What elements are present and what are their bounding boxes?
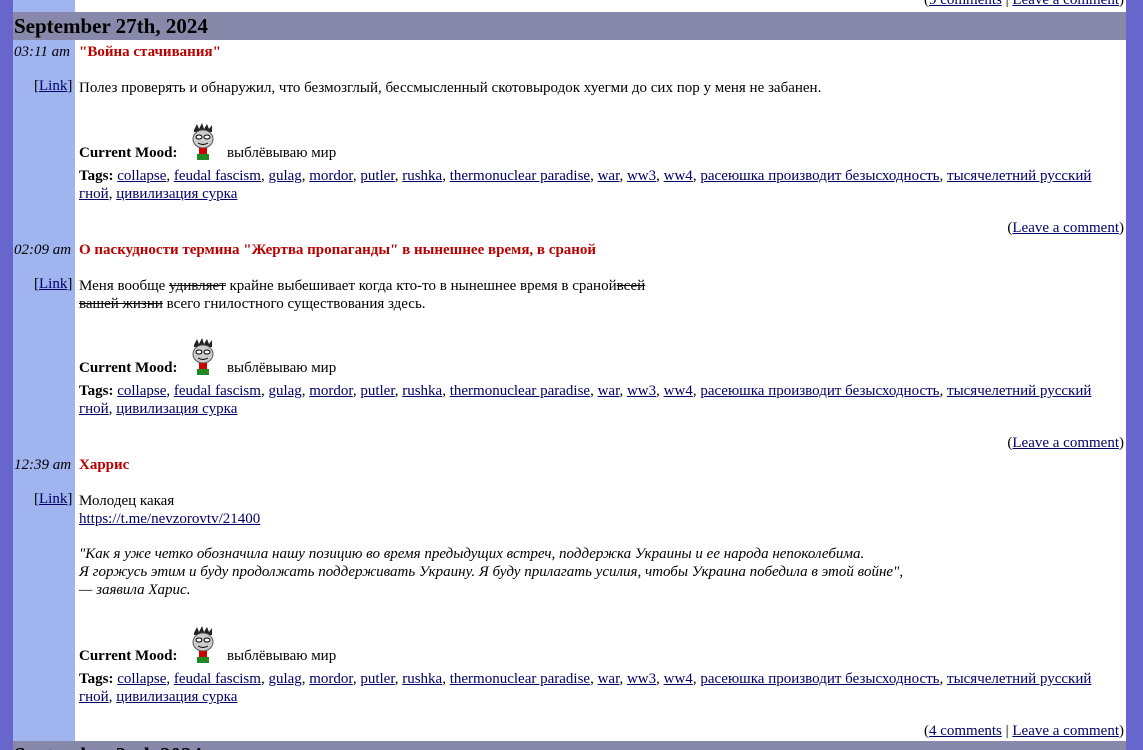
- leave-comment-link[interactable]: Leave a comment: [1012, 435, 1119, 451]
- mood-face-icon: [189, 337, 217, 377]
- post-comments: (Leave a comment): [1007, 220, 1124, 236]
- mood-label: Current Mood:: [79, 360, 178, 376]
- tag-link[interactable]: ww3: [627, 383, 656, 399]
- tag-link[interactable]: collapse: [117, 168, 166, 184]
- tag-link[interactable]: mordor: [309, 671, 353, 687]
- post-body: Полез проверять и обнаружил, что безмозг…: [79, 80, 822, 96]
- post-tags: Tags: collapse, feudal fascism, gulag, m…: [79, 168, 1092, 202]
- post-comments: (Leave a comment): [1007, 435, 1124, 451]
- tags-label: Tags:: [79, 671, 114, 687]
- tag-link[interactable]: putler: [360, 383, 394, 399]
- post-time: 02:09 am: [14, 242, 72, 258]
- external-url-link[interactable]: https://t.me/nevzorovtv/21400: [79, 511, 260, 527]
- tag-link[interactable]: thermonuclear paradise: [450, 383, 590, 399]
- post-comments: (4 comments | Leave a comment): [923, 723, 1124, 739]
- tag-link[interactable]: war: [598, 168, 620, 184]
- mood-label: Current Mood:: [79, 648, 178, 664]
- left-column: [13, 0, 75, 750]
- tag-link[interactable]: feudal fascism: [174, 168, 261, 184]
- post-subject: Харрис: [79, 457, 130, 473]
- leave-comment-link[interactable]: Leave a comment: [1012, 0, 1119, 8]
- tag-link[interactable]: ww4: [664, 168, 693, 184]
- permalink: [Link]: [34, 276, 73, 292]
- quote-line: "Как я уже четко обозначила нашу позицию…: [79, 546, 865, 562]
- tag-link[interactable]: thermonuclear paradise: [450, 168, 590, 184]
- post-body: Меня вообще удивляет крайне выбешивает к…: [79, 277, 699, 313]
- quote-line: — заявила Харис.: [79, 582, 191, 598]
- body-text: Молодец какая: [79, 493, 175, 509]
- tag-link[interactable]: rushka: [402, 671, 442, 687]
- permalink: [Link]: [34, 78, 73, 94]
- comments-link[interactable]: 9 comments: [929, 0, 1002, 8]
- journal-page: (9 comments | Leave a comment) September…: [13, 0, 1126, 750]
- date-header: September 27th, 2024: [13, 12, 1126, 40]
- link-button[interactable]: Link: [39, 276, 67, 292]
- tag-link[interactable]: putler: [360, 671, 394, 687]
- previous-entry-comments: (9 comments | Leave a comment): [924, 0, 1124, 9]
- tag-link[interactable]: цивилизация сурка: [116, 186, 237, 202]
- date-header: September 2nd, 2024: [13, 741, 1126, 750]
- mood-value: выблёвываю мир: [226, 648, 337, 664]
- tag-link[interactable]: thermonuclear paradise: [450, 671, 590, 687]
- tag-link[interactable]: расеюшка производит безысходность: [700, 168, 939, 184]
- leave-comment-link[interactable]: Leave a comment: [1012, 220, 1119, 236]
- body-struck-text: вашей жизни: [79, 296, 163, 312]
- tag-link[interactable]: war: [598, 671, 620, 687]
- tag-link[interactable]: цивилизация сурка: [116, 689, 237, 705]
- quote-line: Я горжусь этим и буду продолжать поддерж…: [79, 564, 904, 580]
- post-subject: "Война стачивания": [79, 44, 221, 60]
- post-time: 03:11 am: [14, 44, 70, 60]
- tag-link[interactable]: rushka: [402, 383, 442, 399]
- mood-value: выблёвываю мир: [226, 360, 337, 376]
- tags-label: Tags:: [79, 383, 114, 399]
- link-button[interactable]: Link: [39, 78, 67, 94]
- post-tags: Tags: collapse, feudal fascism, gulag, m…: [79, 671, 1092, 705]
- current-mood: Current Mood: выблёвываю мир: [79, 625, 336, 665]
- mood-label: Current Mood:: [79, 145, 178, 161]
- tag-link[interactable]: mordor: [309, 168, 353, 184]
- tag-link[interactable]: цивилизация сурка: [116, 401, 237, 417]
- mood-face-icon: [189, 625, 217, 665]
- body-text: всего гнилостного существования здесь.: [162, 296, 426, 312]
- tag-link[interactable]: feudal fascism: [174, 383, 261, 399]
- mood-value: выблёвываю мир: [226, 145, 337, 161]
- tag-link[interactable]: ww3: [627, 671, 656, 687]
- tag-link[interactable]: ww3: [627, 168, 656, 184]
- tag-link[interactable]: collapse: [117, 671, 166, 687]
- tags-label: Tags:: [79, 168, 114, 184]
- tag-link[interactable]: ww4: [664, 383, 693, 399]
- tag-link[interactable]: putler: [360, 168, 394, 184]
- mood-face-icon: [189, 122, 217, 162]
- body-struck-text: всей: [616, 278, 646, 294]
- tag-link[interactable]: rushka: [402, 168, 442, 184]
- tag-link[interactable]: gulag: [268, 671, 301, 687]
- tag-link[interactable]: расеюшка производит безысходность: [700, 671, 939, 687]
- tag-link[interactable]: feudal fascism: [174, 671, 261, 687]
- tag-link[interactable]: gulag: [268, 383, 301, 399]
- post-body: Молодец какая https://t.me/nevzorovtv/21…: [79, 492, 1119, 599]
- tag-link[interactable]: расеюшка производит безысходность: [700, 383, 939, 399]
- post-tags: Tags: collapse, feudal fascism, gulag, m…: [79, 383, 1092, 417]
- current-mood: Current Mood: выблёвываю мир: [79, 337, 336, 377]
- tag-link[interactable]: gulag: [268, 168, 301, 184]
- tag-link[interactable]: collapse: [117, 383, 166, 399]
- tag-link[interactable]: mordor: [309, 383, 353, 399]
- body-text: Меня вообще: [79, 278, 170, 294]
- current-mood: Current Mood: выблёвываю мир: [79, 122, 336, 162]
- body-text: крайне выбешивает когда кто-то в нынешне…: [225, 278, 617, 294]
- body-struck-text: удивляет: [169, 278, 226, 294]
- tag-link[interactable]: war: [598, 383, 620, 399]
- post-time: 12:39 am: [14, 457, 72, 473]
- tag-link[interactable]: ww4: [664, 671, 693, 687]
- comments-link[interactable]: 4 comments: [929, 723, 1002, 739]
- link-button[interactable]: Link: [39, 491, 67, 507]
- post-subject: О паскудности термина "Жертва пропаганды…: [79, 242, 597, 258]
- leave-comment-link[interactable]: Leave a comment: [1012, 723, 1119, 739]
- permalink: [Link]: [34, 491, 73, 507]
